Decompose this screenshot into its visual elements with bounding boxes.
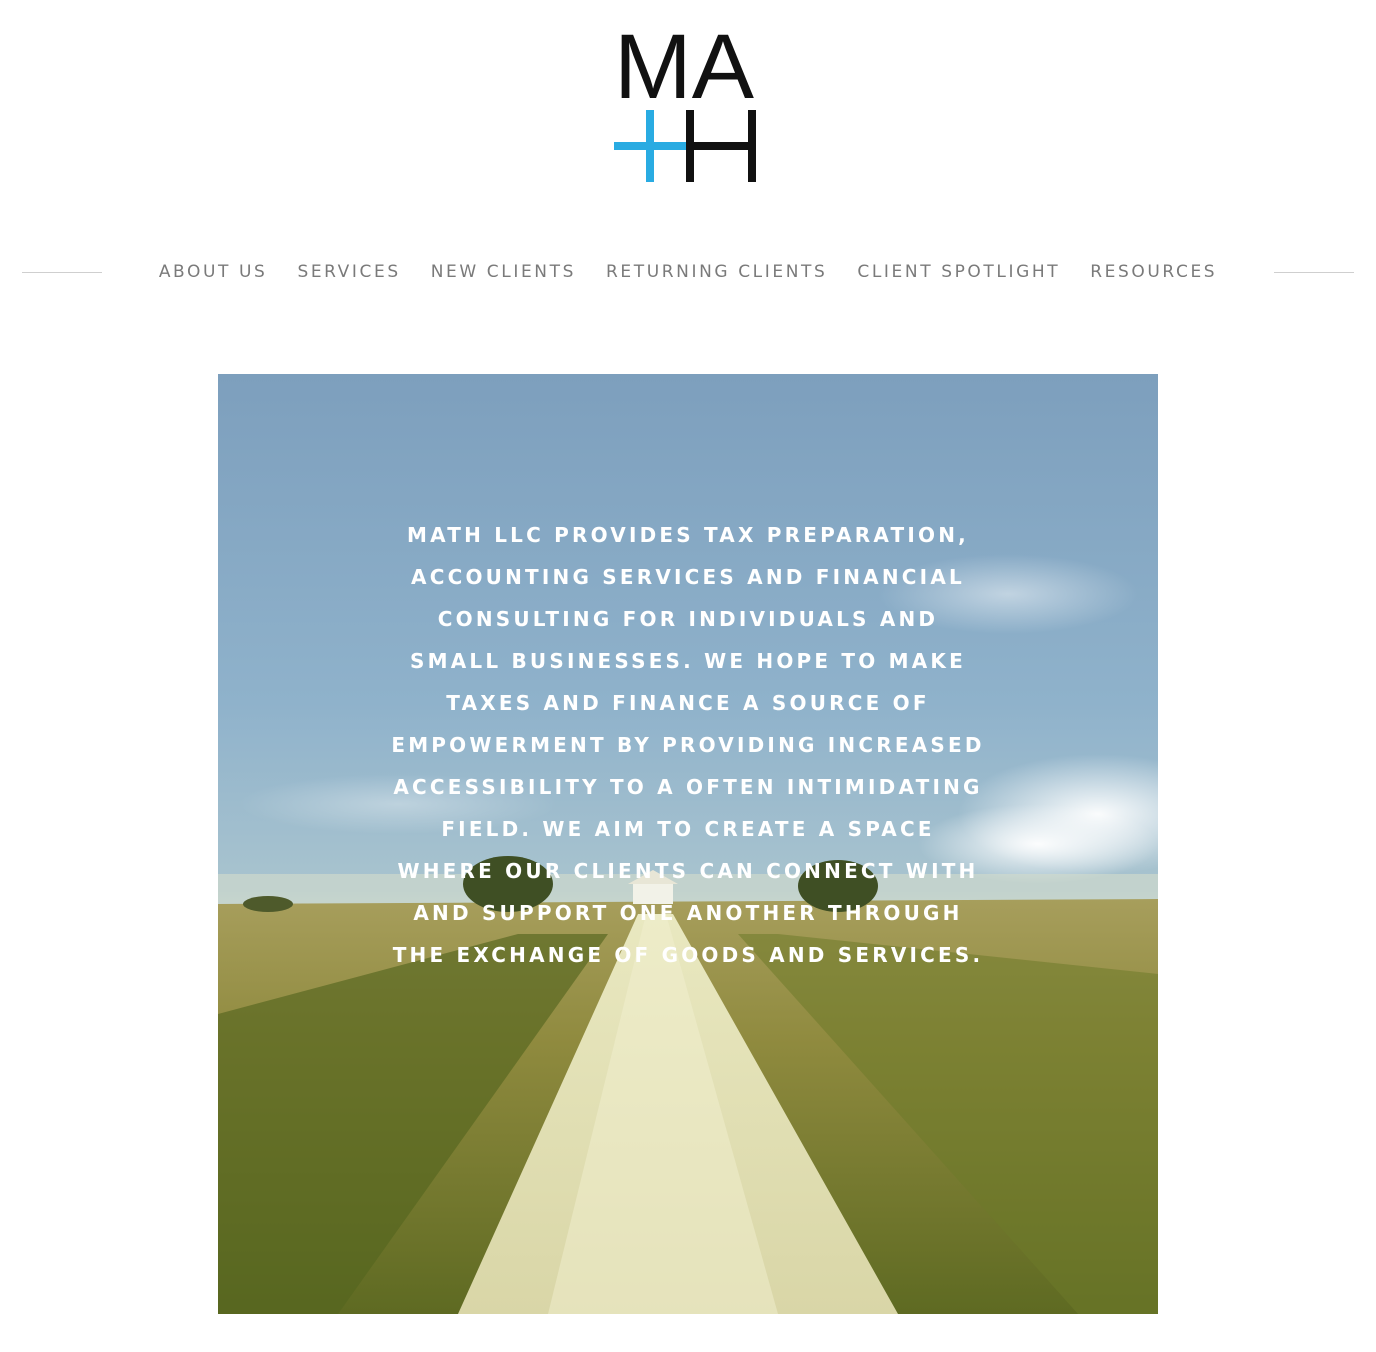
nav-item-resources[interactable]: RESOURCES (1090, 262, 1217, 282)
nav-item-new-clients[interactable]: NEW CLIENTS (431, 262, 576, 282)
site-logo[interactable]: MA (614, 28, 760, 184)
logo-letters-top: MA (614, 28, 755, 118)
hero-mission-text: MATH LLC PROVIDES TAX PREPARATION, ACCOU… (391, 523, 985, 967)
hero-banner: MATH LLC PROVIDES TAX PREPARATION, ACCOU… (218, 374, 1158, 1314)
main-navigation: ABOUT US SERVICES NEW CLIENTS RETURNING … (22, 256, 1354, 288)
math-plus-logo-icon: MA (614, 28, 756, 182)
nav-item-returning-clients[interactable]: RETURNING CLIENTS (606, 262, 827, 282)
nav-right-rule (1274, 271, 1354, 273)
nav-item-services[interactable]: SERVICES (297, 262, 400, 282)
logo-plus-vertical (646, 110, 654, 182)
logo-h-bar (686, 142, 756, 150)
nav-items: ABOUT US SERVICES NEW CLIENTS RETURNING … (102, 262, 1274, 282)
nav-left-rule (22, 271, 102, 273)
nav-item-about-us[interactable]: ABOUT US (159, 262, 268, 282)
nav-item-client-spotlight[interactable]: CLIENT SPOTLIGHT (857, 262, 1060, 282)
